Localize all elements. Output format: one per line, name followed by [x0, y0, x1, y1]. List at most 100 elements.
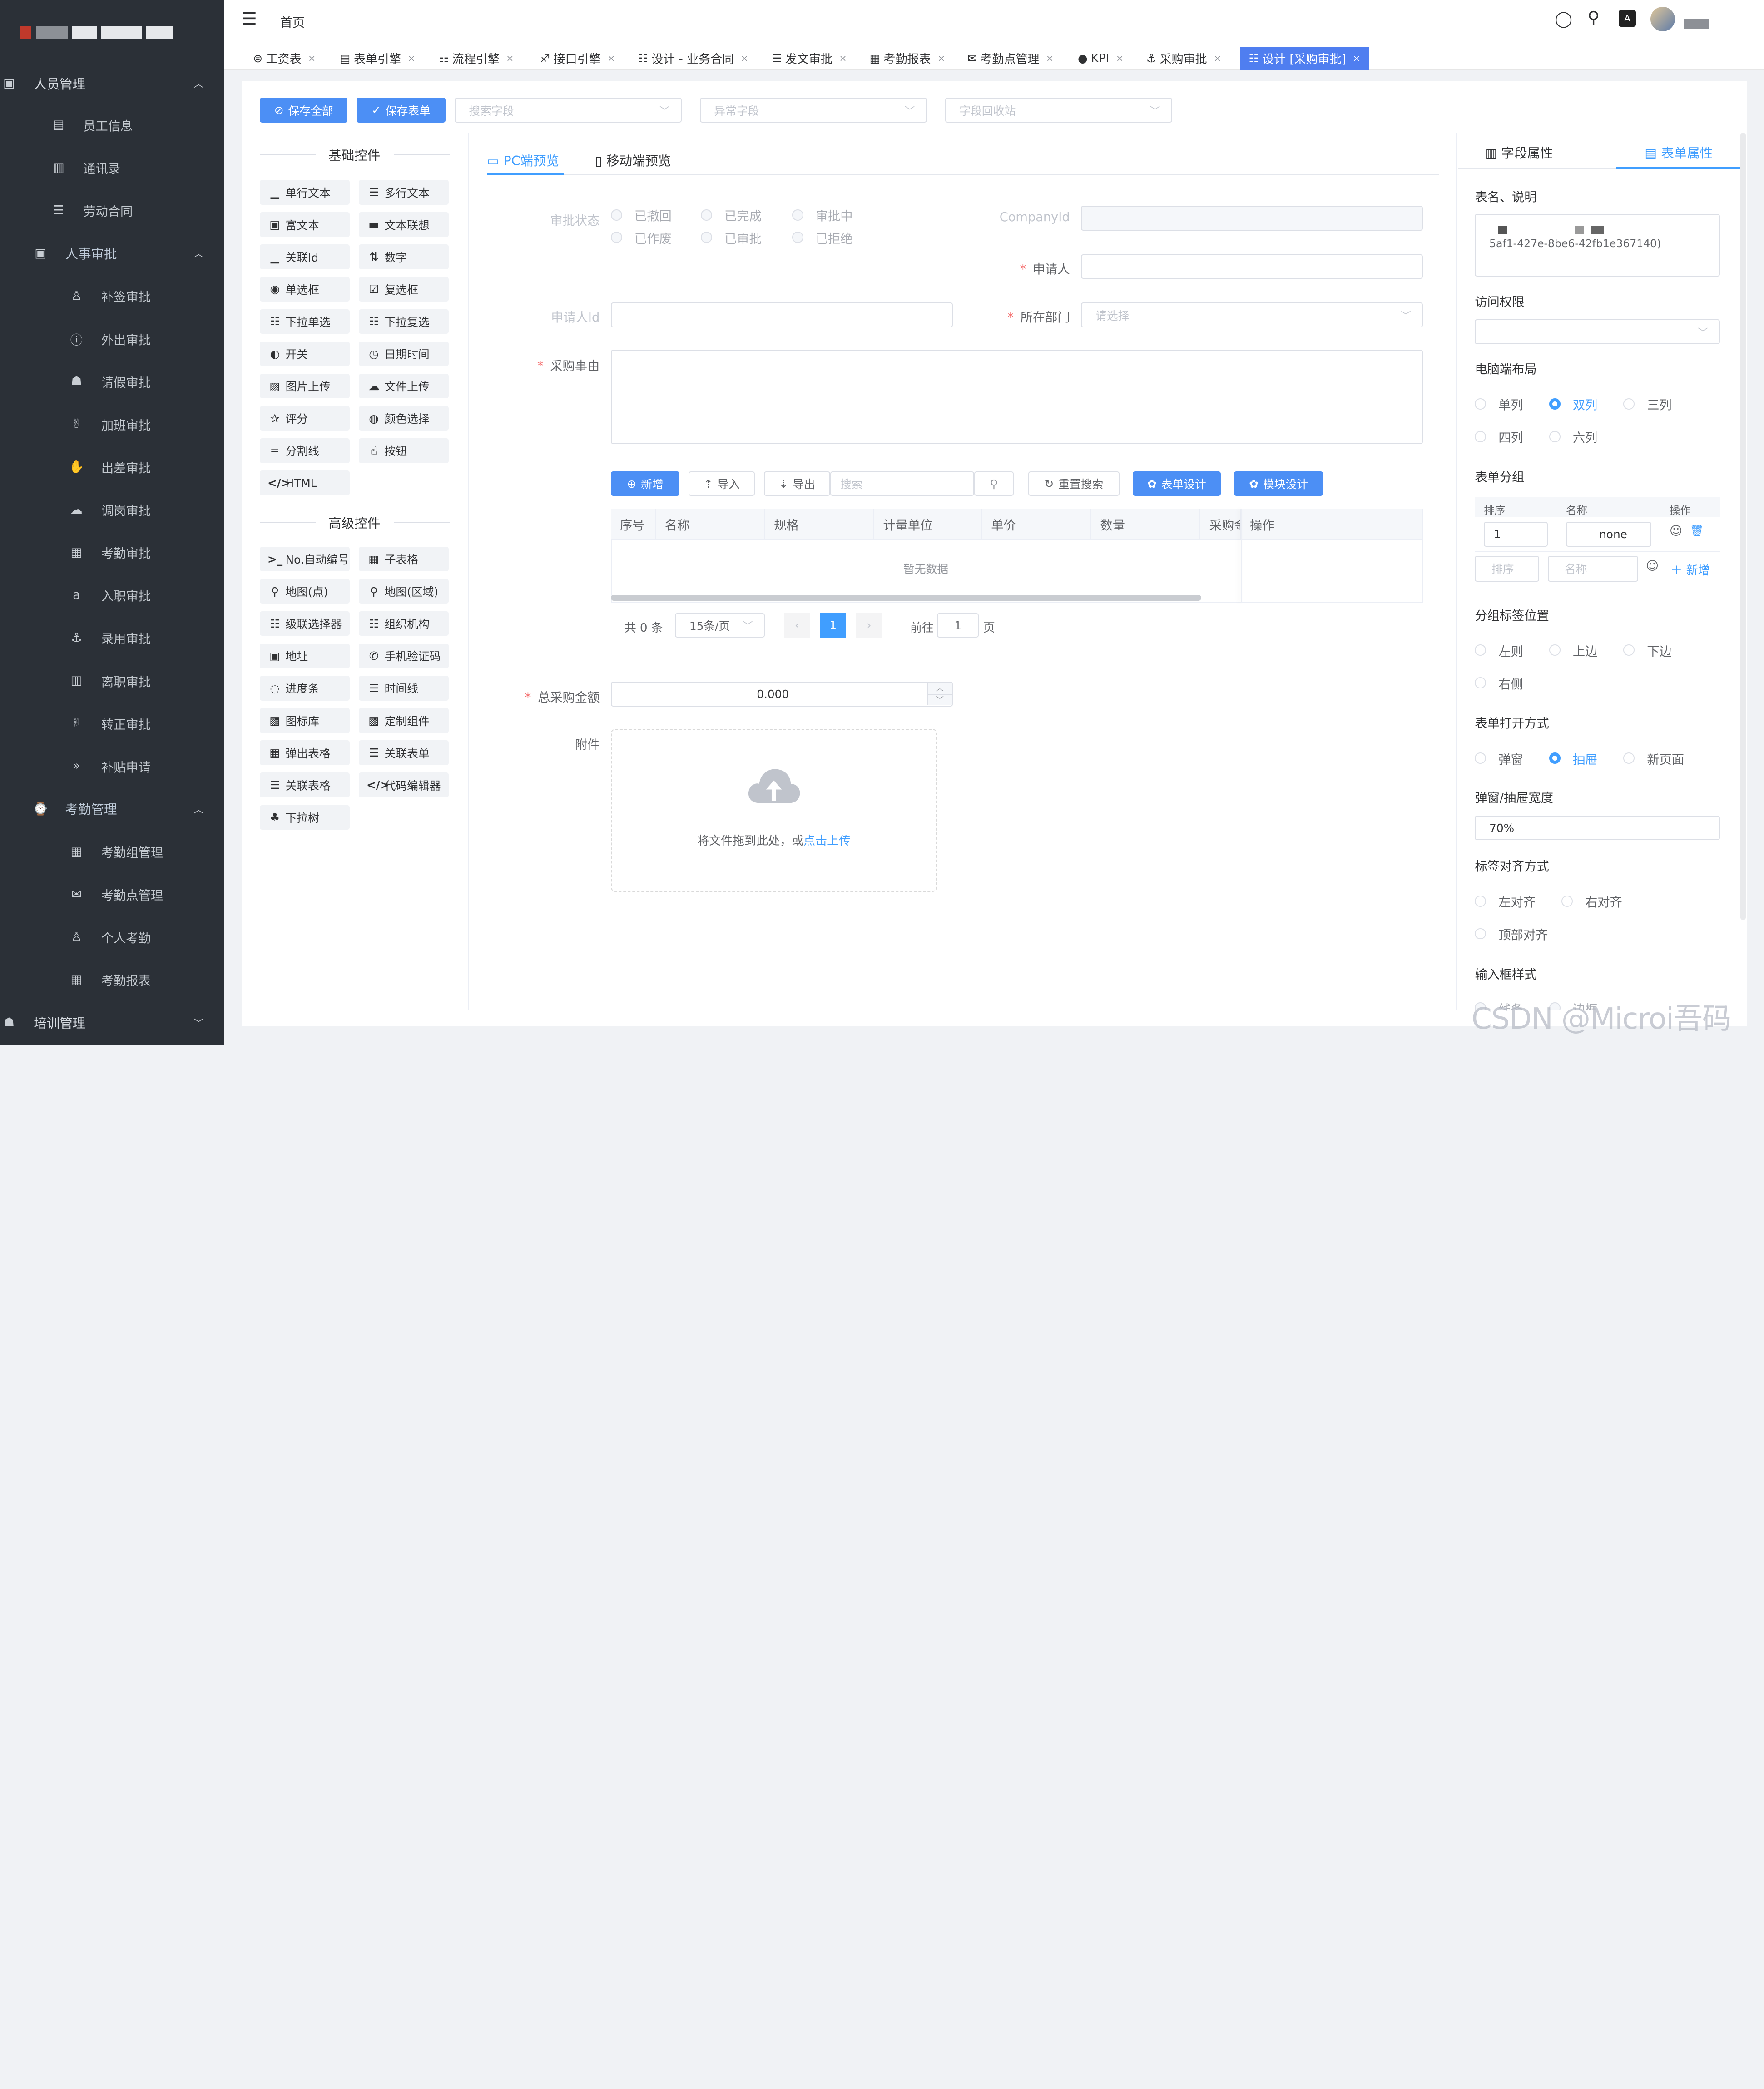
- tab-1[interactable]: ▤ 表单引擎 ×: [340, 47, 415, 70]
- palette-item[interactable]: ☷ 下拉复选: [359, 309, 449, 334]
- palette-item[interactable]: ▦ 子表格: [359, 546, 449, 572]
- radio-status-option[interactable]: 已审批: [701, 228, 762, 247]
- sidebar-item[interactable]: ▣ 人事审批 ︿: [0, 232, 224, 274]
- palette-item[interactable]: ▣ 地址: [260, 644, 350, 668]
- right-panel-scrollbar[interactable]: [1740, 133, 1746, 921]
- radio-status-option[interactable]: 审批中: [792, 206, 853, 224]
- palette-item[interactable]: ▁ 关联Id: [260, 244, 350, 269]
- sidebar-item[interactable]: ▣ 人员管理 ︿: [0, 62, 224, 104]
- import-button[interactable]: ⇡ 导入: [688, 471, 755, 496]
- radio-open-mode-options[interactable]: 抽屉: [1549, 749, 1597, 767]
- export-button[interactable]: ⇣ 导出: [763, 471, 831, 496]
- number-stepper[interactable]: ︿ ﹀: [927, 683, 952, 706]
- save-all-button[interactable]: ⊘ 保存全部: [260, 98, 348, 123]
- close-icon[interactable]: ×: [1214, 53, 1222, 64]
- drawer-width-input[interactable]: 70%: [1475, 815, 1720, 841]
- palette-item[interactable]: ⇅ 数字: [359, 244, 449, 269]
- abnormal-field-select[interactable]: 异常字段 ﹀: [699, 98, 927, 123]
- palette-item[interactable]: ☰ 多行文本: [359, 180, 449, 205]
- table-search-input[interactable]: 搜索: [830, 471, 975, 496]
- breadcrumb[interactable]: 首页: [280, 12, 305, 30]
- language-icon[interactable]: A: [1619, 10, 1636, 27]
- sidebar-item[interactable]: ⌚ 考勤管理 ︿: [0, 787, 224, 830]
- radio-layout-options[interactable]: 三列: [1623, 395, 1672, 413]
- stepper-up-icon[interactable]: ︿: [928, 683, 952, 695]
- radio-label-align-options[interactable]: 右对齐: [1561, 892, 1622, 910]
- palette-item[interactable]: ◷ 日期时间: [359, 341, 449, 366]
- palette-item[interactable]: ▨ 图片上传: [260, 373, 350, 399]
- tab-8[interactable]: ● KPI ×: [1078, 47, 1124, 70]
- sidebar-item[interactable]: ▦ 考勤组管理: [0, 830, 224, 873]
- search-button[interactable]: ⚲: [974, 471, 1014, 496]
- sidebar-item[interactable]: ☗ 培训管理 ﹀: [0, 1001, 224, 1044]
- radio-open-mode-options[interactable]: 新页面: [1623, 749, 1684, 767]
- sidebar-item[interactable]: ☗ 请假审批: [0, 360, 224, 403]
- radio-layout-options[interactable]: 四列: [1475, 427, 1523, 446]
- radio-status-option[interactable]: 已完成: [701, 206, 762, 224]
- new-group-name-input[interactable]: 名称: [1548, 555, 1638, 582]
- access-select[interactable]: ﹀: [1475, 319, 1720, 344]
- sidebar-item[interactable]: ▤ 员工信息: [0, 104, 224, 146]
- next-page-button[interactable]: ›: [856, 613, 882, 638]
- radio-layout-options[interactable]: 双列: [1549, 395, 1597, 413]
- palette-item[interactable]: ═ 分割线: [260, 438, 350, 463]
- avatar[interactable]: [1650, 6, 1675, 32]
- smile-icon[interactable]: ☺: [1670, 524, 1682, 538]
- sidebar-item[interactable]: ⚓ 录用审批: [0, 616, 224, 659]
- palette-item[interactable]: ✰ 评分: [260, 406, 350, 431]
- sidebar-item[interactable]: ✌ 转正审批: [0, 702, 224, 745]
- palette-item[interactable]: >_ No.自动编号: [260, 546, 350, 572]
- palette-item[interactable]: ▩ 图标库: [260, 708, 350, 733]
- stepper-down-icon[interactable]: ﹀: [928, 695, 951, 706]
- radio-tab-position-options[interactable]: 下边: [1623, 641, 1672, 659]
- sidebar-item[interactable]: ▥ 通讯录: [0, 146, 224, 189]
- chat-icon[interactable]: ◯: [1555, 10, 1572, 28]
- radio-tab-position-options[interactable]: 左则: [1475, 641, 1523, 659]
- page-size-select[interactable]: 15条/页 ﹀: [675, 613, 765, 638]
- close-icon[interactable]: ×: [607, 53, 615, 64]
- tab-9[interactable]: ⚓ 采购审批 ×: [1146, 47, 1221, 70]
- module-design-button[interactable]: ✿ 模块设计: [1234, 471, 1323, 496]
- palette-item[interactable]: ☷ 下拉单选: [260, 309, 350, 334]
- tab-3[interactable]: ♐ 接口引擎 ×: [540, 47, 615, 70]
- palette-item[interactable]: ☑ 复选框: [359, 277, 449, 302]
- field-recycle-select[interactable]: 字段回收站 ﹀: [945, 98, 1173, 123]
- sidebar-item[interactable]: ✋ 出差审批: [0, 446, 224, 488]
- palette-item[interactable]: ☷ 级联选择器: [260, 611, 350, 636]
- palette-item[interactable]: ▁ 单行文本: [260, 180, 350, 205]
- palette-item[interactable]: ☝ 按钮: [359, 438, 449, 463]
- palette-item[interactable]: ✆ 手机验证码: [359, 644, 449, 668]
- palette-item[interactable]: ▣ 富文本: [260, 212, 350, 237]
- radio-status-option[interactable]: 已撤回: [611, 206, 672, 224]
- table-scrollbar[interactable]: [611, 595, 1202, 601]
- radio-label-align-options[interactable]: 左对齐: [1475, 892, 1536, 910]
- goto-page-input[interactable]: 1: [937, 613, 979, 638]
- search-icon[interactable]: ⚲: [1587, 8, 1600, 27]
- applicant-input[interactable]: [1081, 254, 1423, 279]
- tab-form-props[interactable]: ▤ 表单属性: [1645, 143, 1713, 162]
- palette-item[interactable]: </> HTML: [260, 470, 350, 495]
- tab-field-props[interactable]: ▥ 字段属性: [1485, 143, 1553, 162]
- search-field-select[interactable]: 搜索字段 ﹀: [454, 98, 682, 123]
- sidebar-item[interactable]: ☰ 劳动合同: [0, 189, 224, 232]
- tab-7[interactable]: ✉ 考勤点管理 ×: [967, 47, 1054, 70]
- department-select[interactable]: 请选择 ﹀: [1081, 302, 1423, 327]
- palette-item[interactable]: ☁ 文件上传: [359, 373, 449, 399]
- palette-item[interactable]: ☰ 关联表格: [260, 772, 350, 797]
- prev-page-button[interactable]: ‹: [784, 613, 810, 638]
- palette-item[interactable]: ▩ 定制组件: [359, 708, 449, 733]
- palette-item[interactable]: ⚲ 地图(点): [260, 579, 350, 604]
- group-add-button[interactable]: ＋ 新增: [1670, 561, 1709, 578]
- new-group-sort-input[interactable]: 排序: [1475, 555, 1539, 582]
- tab-pc-preview[interactable]: ▭ PC端预览: [487, 151, 559, 169]
- applicant-id-input[interactable]: [611, 302, 953, 327]
- close-icon[interactable]: ×: [308, 53, 316, 64]
- close-icon[interactable]: ×: [741, 53, 748, 64]
- close-icon[interactable]: ×: [506, 53, 514, 64]
- palette-item[interactable]: ◉ 单选框: [260, 277, 350, 302]
- sidebar-item[interactable]: a 入职审批: [0, 574, 224, 616]
- tab-0[interactable]: ⊜ 工资表 ×: [253, 47, 316, 70]
- smile-icon[interactable]: ☺: [1646, 559, 1659, 573]
- palette-item[interactable]: ◍ 颜色选择: [359, 406, 449, 431]
- menu-toggle-icon[interactable]: ☰: [242, 9, 257, 29]
